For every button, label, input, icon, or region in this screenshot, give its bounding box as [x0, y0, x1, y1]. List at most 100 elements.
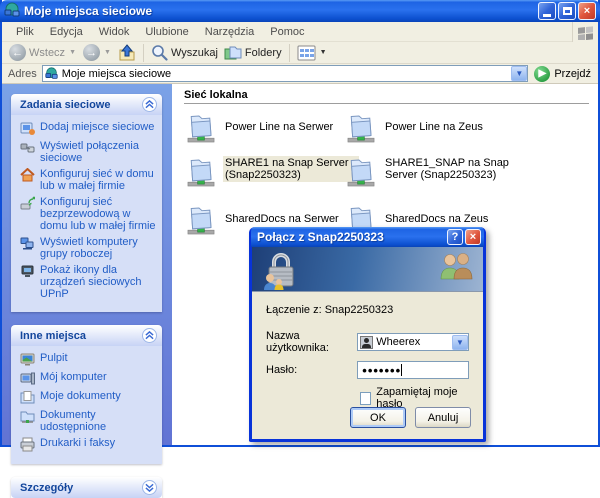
- dialog-title: Połącz z Snap2250323: [257, 230, 445, 244]
- other-places-title: Inne miejsca: [20, 330, 86, 342]
- toolbar-separator: [289, 44, 290, 62]
- minimize-button[interactable]: [538, 2, 556, 20]
- password-input[interactable]: •••••••: [357, 361, 469, 379]
- add-network-place-icon: [20, 121, 35, 136]
- go-button[interactable]: ▶ Przejdź: [534, 66, 595, 82]
- help-button[interactable]: ?: [447, 229, 463, 245]
- up-icon: [118, 44, 136, 62]
- details-header[interactable]: Szczegóły: [11, 477, 162, 498]
- menu-bar: Plik Edycja Widok Ulubione Narzędzia Pom…: [2, 22, 598, 42]
- address-label: Adres: [8, 68, 37, 80]
- menu-widok[interactable]: Widok: [91, 24, 138, 40]
- task-setup-wireless-network[interactable]: Konfiguruj sieć bezprzewodową w domu lub…: [20, 196, 158, 232]
- close-button[interactable]: ×: [578, 2, 596, 20]
- username-value: Wheerex: [376, 336, 452, 348]
- cancel-button[interactable]: Anuluj: [415, 407, 471, 428]
- remember-password-checkbox[interactable]: [360, 392, 371, 405]
- maximize-button[interactable]: [558, 2, 576, 20]
- menu-narzedzia[interactable]: Narzędzia: [197, 24, 263, 40]
- forward-dropdown-icon[interactable]: ▼: [104, 49, 111, 56]
- password-masked-value: •••••••: [362, 363, 401, 378]
- sidebar: Zadania sieciowe Dodaj miejsce sieciowe …: [2, 84, 172, 445]
- folders-label: Foldery: [245, 47, 282, 59]
- views-dropdown-icon[interactable]: ▼: [320, 49, 327, 56]
- search-button[interactable]: Wyszukaj: [148, 43, 221, 63]
- desktop-icon: [20, 352, 35, 367]
- menu-edycja[interactable]: Edycja: [42, 24, 91, 40]
- back-dropdown-icon[interactable]: ▼: [69, 49, 76, 56]
- search-label: Wyszukaj: [171, 47, 218, 59]
- wireless-network-icon: [20, 196, 35, 211]
- menu-plik[interactable]: Plik: [8, 24, 42, 40]
- network-tasks-title: Zadania sieciowe: [20, 99, 110, 111]
- expand-chevron-icon[interactable]: [142, 480, 157, 495]
- window-title: Moje miejsca sieciowe: [24, 4, 536, 18]
- printers-icon: [20, 437, 35, 452]
- back-button[interactable]: ← Wstecz ▼: [6, 43, 80, 63]
- network-item-share1[interactable]: SHARE1 na Snap Server (Snap2250323): [186, 154, 359, 190]
- task-view-workgroup-computers[interactable]: Wyświetl komputery grupy roboczej: [20, 236, 158, 260]
- padlock-icon: [260, 250, 302, 292]
- upnp-devices-icon: [20, 264, 35, 279]
- network-item-powerline-serwer[interactable]: Power Line na Serwer: [186, 110, 335, 146]
- username-combobox[interactable]: Wheerex ▼: [357, 333, 469, 351]
- password-label: Hasło:: [266, 364, 357, 376]
- network-share-icon: [186, 110, 216, 146]
- place-my-documents[interactable]: Moje dokumenty: [20, 390, 158, 405]
- network-share-icon: [186, 202, 216, 238]
- place-printers-faxes[interactable]: Drukarki i faksy: [20, 437, 158, 452]
- go-icon: ▶: [534, 66, 550, 82]
- windows-logo-icon: [572, 22, 598, 42]
- home-network-icon: [20, 168, 35, 183]
- forward-button[interactable]: → ▼: [80, 43, 115, 63]
- go-label: Przejdź: [554, 68, 591, 80]
- shared-documents-icon: [20, 409, 35, 424]
- menu-ulubione[interactable]: Ulubione: [137, 24, 196, 40]
- collapse-chevron-icon[interactable]: [142, 97, 157, 112]
- menu-pomoc[interactable]: Pomoc: [262, 24, 312, 40]
- back-label: Wstecz: [29, 47, 65, 59]
- network-tasks-header[interactable]: Zadania sieciowe: [11, 94, 162, 115]
- task-show-upnp-icons[interactable]: Pokaż ikony dla urządzeń sieciowych UPnP: [20, 264, 158, 300]
- up-button[interactable]: [115, 43, 139, 63]
- task-add-network-place[interactable]: Dodaj miejsce sieciowe: [20, 121, 158, 136]
- place-shared-documents[interactable]: Dokumenty udostępnione: [20, 409, 158, 433]
- toolbar: ← Wstecz ▼ → ▼ Wyszukaj Foldery ▼: [2, 42, 598, 64]
- minimize-icon: [543, 14, 551, 17]
- my-computer-icon: [20, 371, 35, 386]
- group-header: Sieć lokalna: [184, 89, 248, 101]
- views-icon: [297, 45, 316, 61]
- panel-network-tasks: Zadania sieciowe Dodaj miejsce sieciowe …: [11, 94, 162, 312]
- title-bar: Moje miejsca sieciowe ×: [0, 0, 600, 22]
- place-desktop[interactable]: Pulpit: [20, 352, 158, 367]
- forward-icon: →: [83, 44, 100, 61]
- username-dropdown-icon[interactable]: ▼: [452, 335, 468, 350]
- explorer-window: Moje miejsca sieciowe × Plik Edycja Wido…: [0, 0, 600, 447]
- address-bar: Adres Moje miejsca sieciowe ▼ ▶ Przejdź: [2, 64, 598, 84]
- back-icon: ←: [9, 44, 26, 61]
- users-icon: [439, 253, 473, 285]
- dialog-close-button[interactable]: ×: [465, 229, 481, 245]
- address-dropdown-icon[interactable]: ▼: [511, 66, 527, 81]
- dialog-body: Łączenie z: Snap2250323 Nazwa użytkownik…: [252, 292, 483, 438]
- network-item-powerline-zeus[interactable]: Power Line na Zeus: [346, 110, 485, 146]
- network-item-share1-snap[interactable]: SHARE1_SNAP na Snap Server (Snap2250323): [346, 154, 543, 190]
- connect-dialog: Połącz z Snap2250323 ? × Łączenie z: Sna…: [249, 227, 486, 442]
- folders-button[interactable]: Foldery: [221, 43, 285, 63]
- collapse-chevron-icon[interactable]: [142, 328, 157, 343]
- task-setup-home-network[interactable]: Konfiguruj sieć w domu lub w małej firmi…: [20, 168, 158, 192]
- other-places-header[interactable]: Inne miejsca: [11, 325, 162, 346]
- toolbar-separator: [143, 44, 144, 62]
- network-places-icon: [4, 2, 20, 21]
- panel-other-places: Inne miejsca Pulpit Mój komputer: [11, 325, 162, 464]
- folders-icon: [224, 45, 242, 61]
- search-icon: [151, 44, 168, 61]
- workgroup-computers-icon: [20, 236, 35, 251]
- views-button[interactable]: ▼: [294, 43, 331, 63]
- my-documents-icon: [20, 390, 35, 405]
- place-my-computer[interactable]: Mój komputer: [20, 371, 158, 386]
- address-input[interactable]: Moje miejsca sieciowe ▼: [42, 65, 529, 82]
- ok-button[interactable]: OK: [350, 407, 406, 428]
- connecting-to-label: Łączenie z: Snap2250323: [266, 304, 469, 316]
- task-view-network-connections[interactable]: Wyświetl połączenia sieciowe: [20, 140, 158, 164]
